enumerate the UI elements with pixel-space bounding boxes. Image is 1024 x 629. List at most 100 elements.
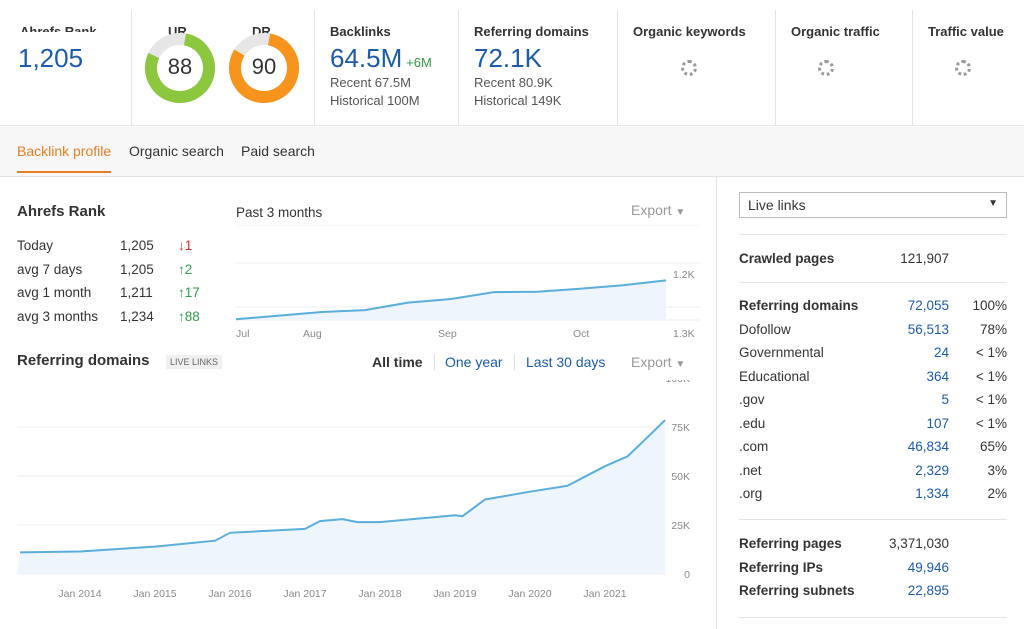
refdomains-label: Referring domains [474,24,589,39]
x-tick-label: Oct [573,328,589,340]
row-value[interactable]: 2,329 [915,463,949,478]
x-tick-label: Jan 2019 [433,588,476,600]
row-percent: 78% [979,321,1007,337]
refdomains-breakdown-row: Educational 364 < 1% [739,369,1007,384]
rank-row-value: 1,234 [120,308,154,324]
rank-value[interactable]: 1,205 [18,43,83,74]
backlinks-recent: Recent 67.5M [330,75,411,90]
row-value[interactable]: 107 [926,416,949,431]
row-value[interactable]: 49,946 [908,560,949,575]
row-value[interactable]: 22,895 [908,583,949,598]
range-last-30-days[interactable]: Last 30 days [526,354,605,370]
row-value[interactable]: 46,834 [908,439,949,454]
row-percent: < 1% [975,368,1007,384]
x-tick-label: Jan 2014 [58,588,101,600]
tab-backlink-profile[interactable]: Backlink profile [17,143,112,173]
row-label: Dofollow [739,321,791,337]
refdomains-breakdown-row: .edu 107 < 1% [739,416,1007,431]
row-label: Referring IPs [739,559,824,575]
live-links-select[interactable]: Live links ▼ [739,192,1007,218]
referring-stat-row: Referring pages 3,371,030 [739,536,1007,551]
crawled-pages-row: Crawled pages 121,907 [739,251,1007,266]
refdomains-breakdown-row: .gov 5 < 1% [739,392,1007,407]
export-button[interactable]: Export ▼ [631,354,685,370]
range-one-year[interactable]: One year [445,354,503,370]
traffic-value-label: Traffic value [928,24,1004,39]
refdomains-cell: Referring domains 72.1K Recent 80.9K His… [459,10,618,126]
row-value[interactable]: 24 [934,345,949,360]
y-tick-label: 0 [684,569,690,581]
traffic-value-cell: Traffic value [913,10,1024,126]
referring-stat-row: Referring IPs 49,946 [739,560,1007,575]
rank-row-label: avg 3 months [17,308,99,324]
rank-row-value: 1,205 [120,261,154,277]
backlinks-value[interactable]: 64.5M [330,43,402,73]
row-value: 3,371,030 [888,536,949,551]
rank-row-label: avg 7 days [17,261,83,277]
export-label: Export [631,202,672,218]
refdomains-breakdown-row: .com 46,834 65% [739,439,1007,454]
x-tick-label: Jan 2018 [358,588,401,600]
x-tick-label: Jan 2016 [208,588,251,600]
row-value[interactable]: 5 [941,392,949,407]
y-tick-label: 1.2K [673,269,695,281]
rank-chart: Jul Aug Sep Oct 1.2K 1.3K [235,225,700,340]
ur-dr-cell: UR 88 DR 90 [132,10,315,126]
chevron-down-icon: ▼ [675,207,686,218]
refdomains-value[interactable]: 72.1K [474,43,617,74]
row-value[interactable]: 56,513 [908,322,949,337]
referring-stat-row: Referring subnets 22,895 [739,583,1007,598]
row-label: .com [739,439,769,454]
export-button[interactable]: Export ▼ [631,202,685,218]
y-tick-label: 1.3K [673,328,695,340]
arrow-up-icon: ↑ [178,285,185,300]
rank-period: Past 3 months [236,205,323,220]
rank-title: Ahrefs Rank [17,203,106,220]
loading-spinner-icon [955,60,971,76]
rank-row-label: Today [17,238,54,253]
row-percent: < 1% [975,345,1007,360]
organic-traffic-label: Organic traffic [791,24,880,39]
organic-keywords-label: Organic keywords [633,24,746,39]
y-tick-label: 50K [671,471,690,483]
row-label: Referring subnets [739,583,855,598]
arrow-up-icon: ↑ [178,308,185,324]
refdomains-historical: Historical 149K [474,93,562,108]
backlinks-label: Backlinks [330,24,391,39]
tab-organic-search[interactable]: Organic search [129,143,224,159]
organic-traffic-cell: Organic traffic [776,10,913,126]
row-percent: 2% [987,486,1007,501]
tab-bar: Backlink profile Organic search Paid sea… [0,127,1024,177]
dr-value: 90 [251,54,277,79]
arrow-down-icon: ↓ [178,238,185,253]
range-all-time[interactable]: All time [372,354,423,370]
row-value[interactable]: 1,334 [915,486,949,501]
row-label: Governmental [739,345,824,360]
row-value[interactable]: 72,055 [908,298,949,313]
rank-label: Ahrefs Rank [20,24,97,32]
row-percent: 3% [987,462,1007,478]
x-tick-label: Aug [303,328,322,340]
x-tick-label: Jan 2015 [133,588,176,600]
row-value[interactable]: 364 [926,369,949,384]
loading-spinner-icon [818,60,834,76]
refdomains-breakdown-row: .net 2,329 3% [739,463,1007,478]
backlinks-cell: Backlinks 64.5M +6M Recent 67.5M Histori… [315,10,459,126]
tab-paid-search[interactable]: Paid search [241,143,315,159]
row-label: Referring pages [739,536,842,551]
row-label: .org [739,486,763,501]
backlinks-historical: Historical 100M [330,93,420,108]
backlinks-delta: +6M [406,55,432,70]
refdomains-breakdown-row: .org 1,334 2% [739,486,1007,501]
crawled-value: 121,907 [900,251,949,266]
row-label: Referring domains [739,298,859,313]
export-label: Export [631,354,672,370]
x-tick-label: Jul [236,328,249,340]
arrow-up-icon: ↑ [178,261,185,277]
row-label: .net [739,462,762,478]
rank-delta-value: 88 [184,308,200,324]
rank-delta-value: 1 [184,238,193,253]
refdomains-breakdown-row: Dofollow 56,513 78% [739,322,1007,337]
refdomains-chart: 0 25K 50K 75K 100K Jan 2014 Jan 2015 Jan 2016 Ja… [17,380,690,600]
row-percent: 100% [972,298,1007,313]
